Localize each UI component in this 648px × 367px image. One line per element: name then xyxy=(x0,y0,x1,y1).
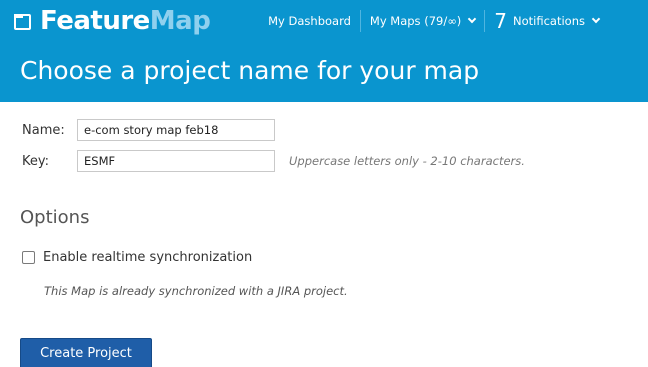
realtime-sync-label: Enable realtime synchronization xyxy=(43,250,253,265)
sync-status-note: This Map is already synchronized with a … xyxy=(44,284,348,298)
name-label: Name: xyxy=(22,122,65,138)
key-format-hint: Uppercase letters only - 2-10 characters… xyxy=(289,154,525,168)
nav-my-dashboard[interactable]: My Dashboard xyxy=(259,10,360,32)
nav-my-dashboard-label: My Dashboard xyxy=(268,14,351,28)
nav-my-maps-label: My Maps (79/∞) xyxy=(369,14,462,28)
logo-word-feature: Feature xyxy=(40,6,150,36)
nav-notifications-dropdown[interactable]: 7 Notifications xyxy=(485,10,608,32)
nav-my-maps-dropdown[interactable]: My Maps (79/∞) xyxy=(361,10,484,32)
create-project-button[interactable]: Create Project xyxy=(20,338,152,367)
logo-wordmark: FeatureMap xyxy=(40,6,211,36)
chevron-down-icon xyxy=(591,14,601,24)
realtime-sync-checkbox[interactable] xyxy=(22,251,35,264)
notifications-count: 7 xyxy=(494,9,508,33)
nav-notifications-label: Notifications xyxy=(513,14,585,28)
top-navigation-bar: FeatureMap My Dashboard My Maps (79/∞) 7… xyxy=(0,0,648,42)
logo-word-map: Map xyxy=(149,6,211,36)
name-field-row: Name: xyxy=(22,119,275,141)
project-key-input[interactable] xyxy=(77,150,275,172)
page-title-banner: Choose a project name for your map xyxy=(0,42,648,102)
realtime-sync-option[interactable]: Enable realtime synchronization xyxy=(22,250,252,265)
page-title: Choose a project name for your map xyxy=(20,56,480,85)
options-heading: Options xyxy=(20,207,90,228)
chevron-down-icon xyxy=(468,14,477,24)
folder-logo-icon xyxy=(14,11,34,31)
key-field-row: Key: Uppercase letters only - 2-10 chara… xyxy=(22,150,525,172)
project-name-input[interactable] xyxy=(77,119,275,141)
key-label: Key: xyxy=(22,153,50,169)
featuremap-logo[interactable]: FeatureMap xyxy=(14,2,211,40)
main-nav: My Dashboard My Maps (79/∞) 7 Notificati… xyxy=(259,0,608,42)
